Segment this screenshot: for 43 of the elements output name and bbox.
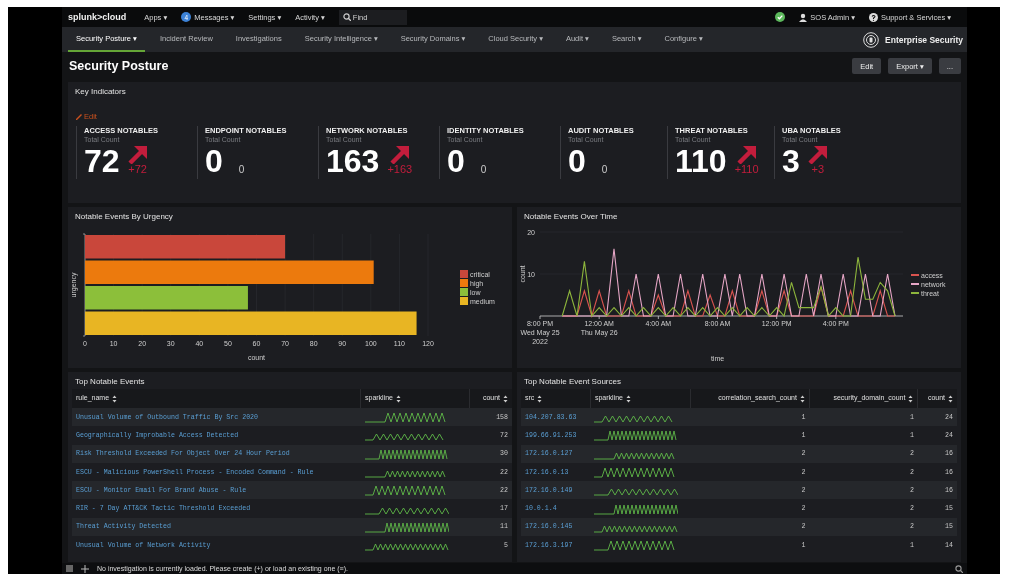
panel-title: Top Notable Event Sources <box>523 376 622 388</box>
indicator-delta: 0 <box>601 164 608 175</box>
indicator-delta: +110 <box>734 164 759 175</box>
indicator-value: 3 <box>782 143 800 179</box>
indicator-delta: +163 <box>387 164 413 175</box>
indicator-value: 72 <box>84 143 120 179</box>
sort-icon <box>625 394 631 403</box>
arrow-up-icon <box>389 143 410 164</box>
indicator-value: 0 <box>568 143 586 179</box>
help-icon <box>868 12 878 22</box>
plus-icon <box>81 564 89 573</box>
sort-icon <box>799 394 805 403</box>
indicator-value: 163 <box>326 143 380 179</box>
indicator-delta: +3 <box>811 164 825 175</box>
indicator-value: 0 <box>447 143 465 179</box>
search-icon <box>342 13 351 21</box>
panel-title: Top Notable Events <box>74 376 146 388</box>
arrow-up-icon <box>807 143 828 164</box>
arrow-up-icon <box>127 143 148 164</box>
search-icon <box>955 564 963 573</box>
sort-icon <box>908 394 914 403</box>
panel-title: Notable Events By Urgency <box>74 211 174 223</box>
user-icon <box>799 12 808 22</box>
indicator-delta: +72 <box>128 164 147 175</box>
sort-icon <box>112 394 118 403</box>
pencil-icon <box>75 112 83 121</box>
arrow-up-icon <box>736 143 757 164</box>
panel-title: Key Indicators <box>74 86 127 98</box>
sort-icon <box>537 394 543 403</box>
panel-title: Notable Events Over Time <box>523 211 619 223</box>
page-title: Security Posture <box>69 59 169 73</box>
app-name: Enterprise Security <box>885 34 963 45</box>
sort-icon <box>503 394 508 403</box>
indicator-delta: 0 <box>238 164 245 175</box>
status-ok-icon <box>775 12 786 22</box>
indicator-value: 0 <box>205 143 223 179</box>
indicator-delta: 0 <box>480 164 487 175</box>
shield-logo-icon <box>863 31 880 48</box>
sort-icon <box>396 394 401 403</box>
logo[interactable]: splunk>cloud <box>68 12 127 22</box>
panel-toggle-icon <box>66 565 73 572</box>
sort-icon <box>948 394 953 403</box>
indicator-value: 110 <box>675 143 727 179</box>
